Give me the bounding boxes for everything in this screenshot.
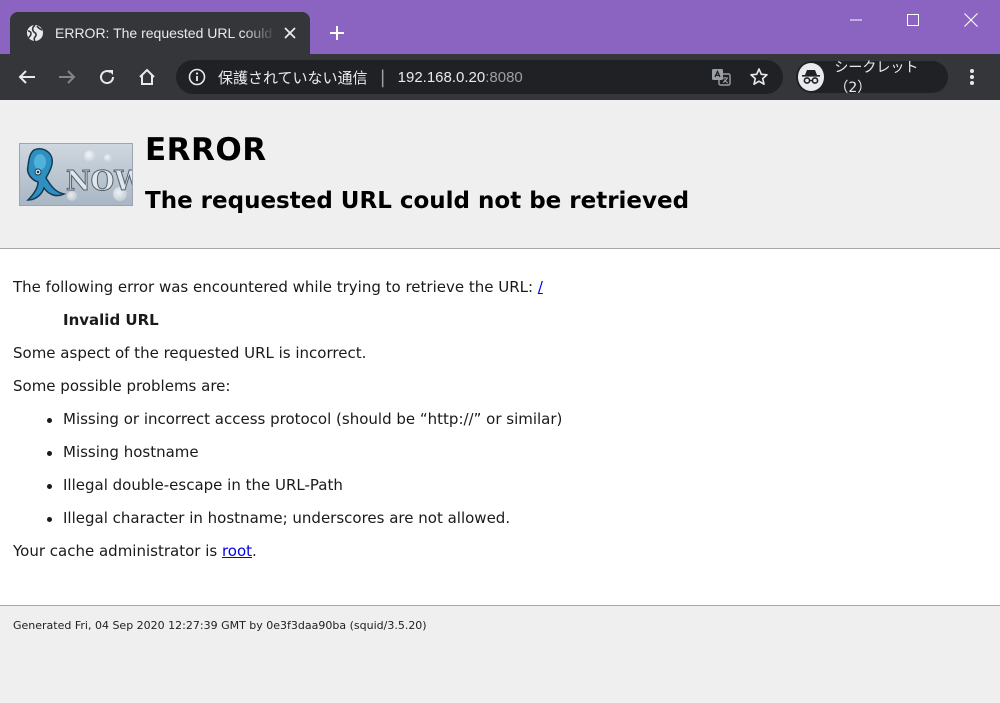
home-icon[interactable] bbox=[135, 65, 159, 89]
incognito-profile-button[interactable]: シークレット（2） bbox=[796, 60, 948, 96]
squid-logo: NOW bbox=[19, 143, 133, 206]
security-label: 保護されていない通信 bbox=[218, 68, 368, 87]
new-tab-icon[interactable] bbox=[326, 22, 348, 44]
window-close-icon[interactable] bbox=[942, 0, 1000, 40]
maximize-icon[interactable] bbox=[884, 0, 942, 40]
url-port: :8080 bbox=[485, 68, 523, 86]
address-bar[interactable]: 保護されていない通信 | 192.168.0.20 :8080 bbox=[176, 60, 783, 94]
intro-text: The following error was encountered whil… bbox=[13, 278, 538, 296]
page-subtitle: The requested URL could not be retrieved bbox=[145, 188, 690, 214]
list-item: Illegal double-escape in the URL-Path bbox=[47, 476, 343, 494]
incognito-icon bbox=[798, 63, 825, 91]
error-name: Invalid URL bbox=[63, 311, 159, 329]
more-menu-icon[interactable] bbox=[962, 65, 982, 89]
minimize-icon[interactable] bbox=[827, 0, 885, 40]
reload-icon[interactable] bbox=[95, 65, 119, 89]
browser-title-bar: ERROR: The requested URL could not be re… bbox=[0, 0, 1000, 54]
browser-tab[interactable]: ERROR: The requested URL could not be re… bbox=[10, 12, 310, 54]
forward-arrow-icon[interactable] bbox=[55, 65, 79, 89]
error-description: Some aspect of the requested URL is inco… bbox=[13, 344, 367, 362]
intro-line: The following error was encountered whil… bbox=[13, 278, 543, 296]
error-body: The following error was encountered whil… bbox=[0, 249, 1000, 606]
admin-link[interactable]: root bbox=[222, 542, 252, 560]
admin-suffix: . bbox=[252, 542, 257, 560]
globe-icon bbox=[26, 24, 44, 42]
address-separator: | bbox=[379, 66, 386, 88]
admin-prefix: Your cache administrator is bbox=[13, 542, 222, 560]
list-item: Missing hostname bbox=[47, 443, 199, 461]
incognito-label: シークレット（2） bbox=[834, 60, 919, 96]
tab-title: ERROR: The requested URL could not be re… bbox=[55, 25, 276, 41]
admin-line: Your cache administrator is root. bbox=[13, 542, 257, 560]
svg-text:NOW: NOW bbox=[66, 166, 133, 197]
info-icon[interactable] bbox=[188, 68, 206, 86]
error-header: NOW ERROR The requested URL could not be… bbox=[0, 100, 1000, 249]
list-item: Missing or incorrect access protocol (sh… bbox=[46, 410, 563, 428]
bookmark-star-icon[interactable] bbox=[747, 65, 771, 89]
browser-toolbar: 保護されていない通信 | 192.168.0.20 :8080 シークレット（2… bbox=[0, 54, 1000, 100]
close-tab-icon[interactable] bbox=[280, 23, 300, 43]
url-host: 192.168.0.20 bbox=[397, 68, 486, 86]
back-arrow-icon[interactable] bbox=[15, 65, 39, 89]
problems-heading: Some possible problems are: bbox=[13, 377, 231, 395]
page-title: ERROR bbox=[145, 132, 267, 168]
translate-icon[interactable] bbox=[709, 65, 733, 89]
list-item: Illegal character in hostname; underscor… bbox=[46, 509, 511, 527]
requested-url-link[interactable]: / bbox=[538, 278, 543, 296]
generated-footer: Generated Fri, 04 Sep 2020 12:27:39 GMT … bbox=[13, 619, 427, 632]
